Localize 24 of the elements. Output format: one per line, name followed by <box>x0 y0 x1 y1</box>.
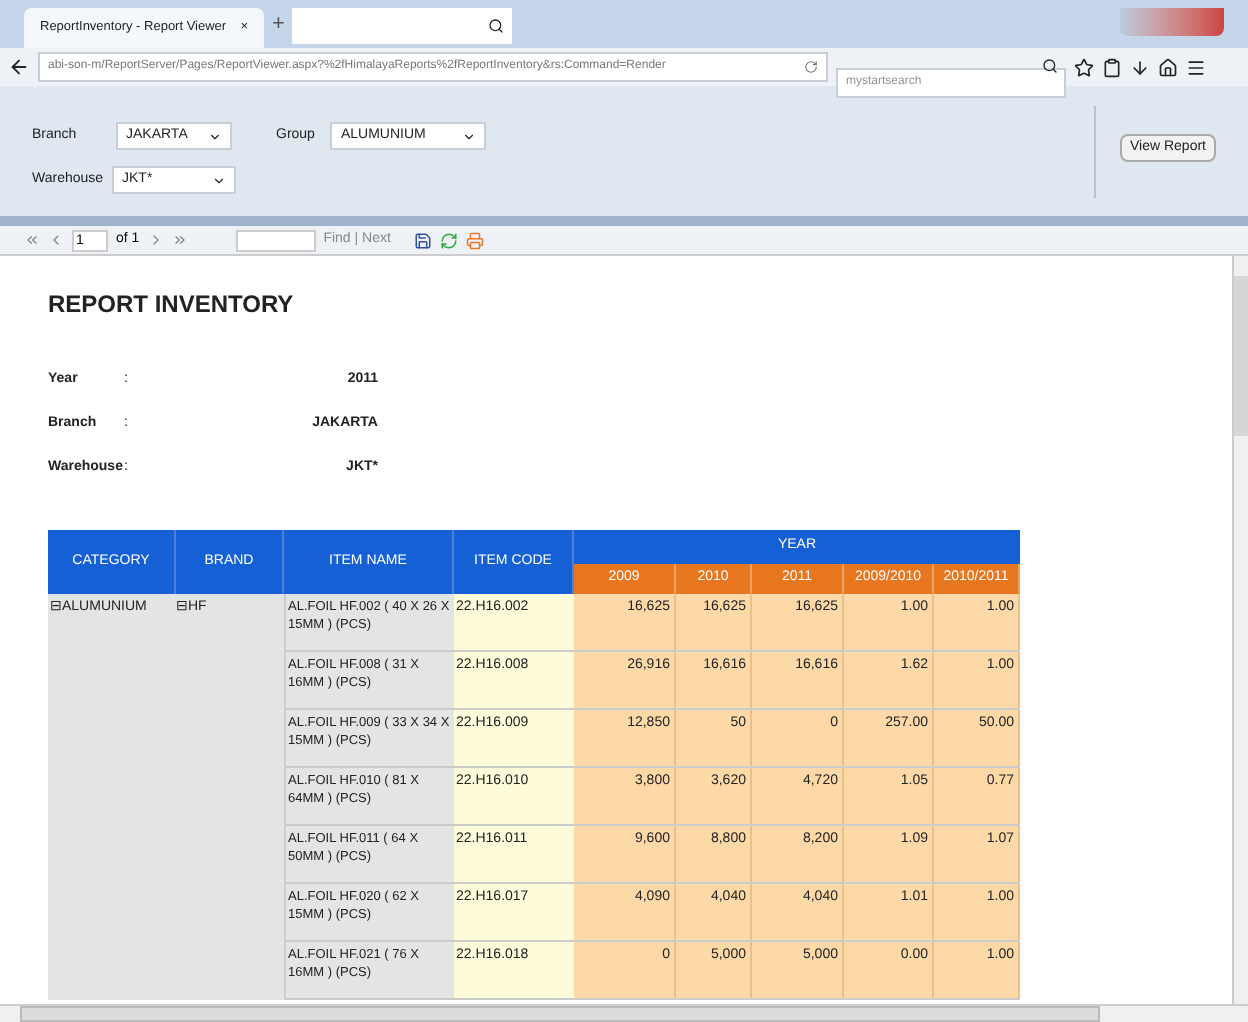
download-icon[interactable] <box>1130 57 1150 77</box>
reload-icon[interactable] <box>804 60 818 74</box>
last-page-icon[interactable] <box>171 232 188 248</box>
star-icon[interactable] <box>1074 57 1094 77</box>
new-tab-button[interactable]: + <box>272 7 285 40</box>
find-field[interactable] <box>235 229 316 251</box>
previous-page-icon[interactable] <box>48 232 64 248</box>
export-icon[interactable] <box>414 231 433 249</box>
home-icon[interactable] <box>1158 57 1178 77</box>
back-icon[interactable] <box>8 56 30 78</box>
vertical-scrollbar[interactable] <box>1232 256 1248 1004</box>
clipboard-icon[interactable] <box>1102 57 1122 77</box>
caret-icon <box>212 173 226 187</box>
horizontal-scrollbar[interactable] <box>0 1004 1248 1022</box>
caret-icon <box>208 129 222 143</box>
search-icon <box>488 18 505 34</box>
print-icon[interactable] <box>466 231 485 249</box>
refresh-icon[interactable] <box>440 231 459 249</box>
report-title: REPORT INVENTORY <box>48 288 296 322</box>
menu-icon[interactable] <box>1186 57 1206 77</box>
caret-icon <box>462 129 477 143</box>
search-icon <box>1042 58 1058 74</box>
first-page-icon[interactable] <box>24 232 40 248</box>
tab-search-field[interactable] <box>292 8 513 44</box>
